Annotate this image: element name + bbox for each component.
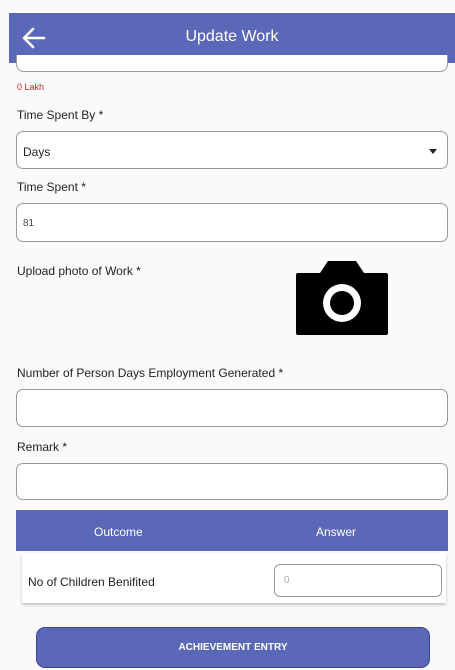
- remark-input[interactable]: [16, 463, 448, 500]
- page-title: Update Work: [185, 28, 279, 45]
- answer-input[interactable]: 0: [274, 564, 442, 597]
- remark-label: Remark *: [17, 440, 68, 454]
- time-spent-by-value: Days: [23, 145, 51, 159]
- table-header: Outcome Answer: [16, 510, 448, 551]
- time-spent-by-label: Time Spent By *: [17, 108, 104, 122]
- amount-hint: 0 Lakh: [17, 82, 45, 92]
- dropdown-caret-icon: [429, 149, 437, 154]
- time-spent-by-select[interactable]: Days: [16, 131, 448, 169]
- person-days-label: Number of Person Days Employment Generat…: [17, 366, 284, 380]
- achievement-entry-button[interactable]: ACHIEVEMENT ENTRY: [36, 627, 430, 668]
- table-row: No of Children Benifited 0: [22, 553, 446, 603]
- person-days-input[interactable]: [16, 389, 448, 427]
- time-spent-input[interactable]: 81: [16, 203, 448, 242]
- header-answer: Answer: [316, 525, 357, 539]
- camera-button[interactable]: [294, 259, 390, 335]
- camera-icon: [296, 261, 388, 335]
- amount-field[interactable]: [16, 55, 448, 72]
- answer-placeholder: 0: [284, 575, 290, 586]
- upload-photo-label: Upload photo of Work *: [17, 264, 141, 278]
- outcome-label: No of Children Benifited: [28, 575, 155, 589]
- time-spent-value: 81: [23, 218, 35, 229]
- time-spent-label: Time Spent *: [17, 180, 86, 194]
- header-outcome: Outcome: [94, 525, 143, 539]
